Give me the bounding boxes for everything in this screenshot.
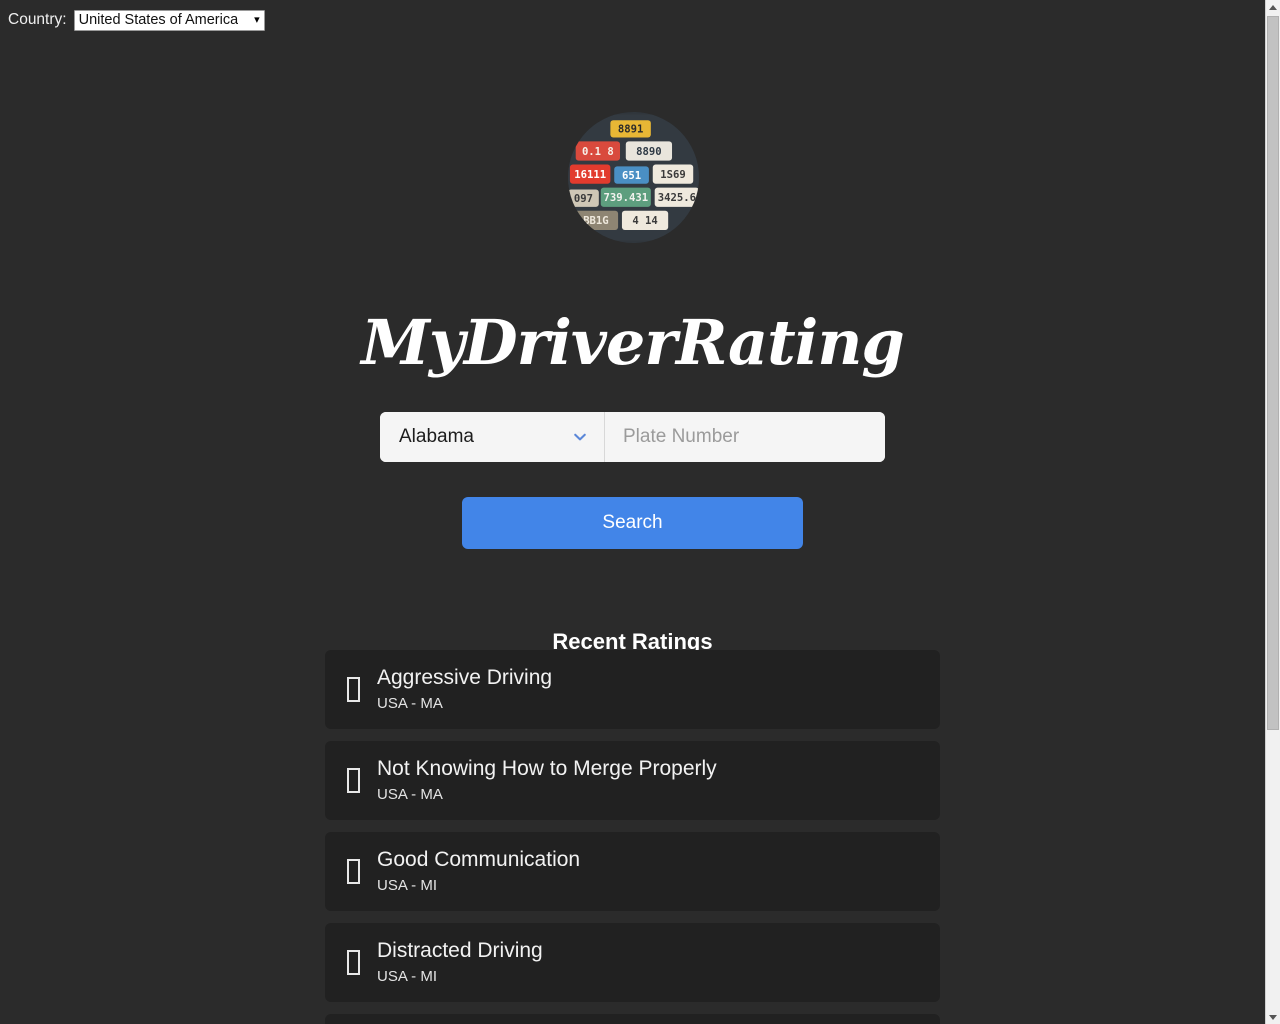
svg-text:4 14: 4 14: [632, 215, 657, 227]
scroll-down-arrow-icon: [1269, 1014, 1277, 1020]
svg-text:BB1G: BB1G: [583, 215, 608, 227]
scrollbar-thumb[interactable]: [1267, 16, 1279, 730]
scroll-down-button[interactable]: [1266, 1010, 1280, 1024]
rating-list-item[interactable]: Distracted Driving USA - MI: [325, 923, 940, 1002]
missing-glyph-icon: [347, 859, 373, 884]
svg-text:1S69: 1S69: [660, 169, 685, 181]
svg-text:8891: 8891: [618, 124, 643, 136]
state-select[interactable]: Alabama: [380, 412, 605, 462]
rating-location: USA - MA: [377, 786, 443, 803]
missing-glyph-icon: [347, 768, 373, 793]
country-select[interactable]: United States of America ▾: [73, 9, 265, 31]
chevron-down-icon: [574, 433, 586, 441]
svg-text:3425.6: 3425.6: [658, 192, 696, 204]
logo-image: 8891 0.1 8 8890 16111 651 1S69 097 739.431 3425.…: [568, 112, 699, 243]
svg-text:0.1 8: 0.1 8: [582, 146, 614, 158]
svg-text:16111: 16111: [574, 169, 606, 181]
recent-ratings-list: Aggressive Driving USA - MA Not Knowing …: [325, 650, 940, 1024]
rating-list-item[interactable]: Good Communication USA - MI: [325, 832, 940, 911]
plate-number-input[interactable]: [605, 412, 885, 462]
search-form: Alabama: [380, 412, 885, 462]
country-select-value: United States of America: [78, 12, 239, 28]
missing-glyph-icon: [347, 677, 373, 702]
rating-title: Distracted Driving: [377, 939, 543, 962]
svg-text:651: 651: [622, 170, 641, 182]
rating-location: USA - MA: [377, 695, 443, 712]
search-button[interactable]: Search: [462, 497, 803, 549]
svg-text:8890: 8890: [636, 146, 661, 158]
rating-list-item[interactable]: Not Knowing How to Merge Properly USA - …: [325, 741, 940, 820]
state-select-value: Alabama: [399, 426, 474, 447]
chevron-down-icon: ▾: [254, 13, 260, 26]
rating-location: USA - MI: [377, 877, 438, 894]
vertical-scrollbar[interactable]: [1265, 0, 1280, 1024]
rating-title: Aggressive Driving: [377, 666, 553, 689]
svg-text:739.431: 739.431: [603, 192, 648, 204]
scroll-up-button[interactable]: [1266, 0, 1280, 14]
svg-text:097: 097: [574, 193, 593, 205]
rating-title: Not Knowing How to Merge Properly: [377, 757, 717, 780]
country-label: Country:: [8, 11, 67, 28]
scroll-up-arrow-icon: [1269, 4, 1277, 10]
rating-list-item[interactable]: [325, 1014, 940, 1024]
rating-title: Good Communication: [377, 848, 581, 871]
license-plates-graphic: 8891 0.1 8 8890 16111 651 1S69 097 739.431 3425.…: [568, 114, 699, 241]
page-viewport: Country: United States of America ▾ 8891…: [0, 0, 1265, 1024]
country-bar: Country: United States of America ▾: [8, 9, 265, 31]
page-title: MyDriverRating: [361, 305, 905, 379]
rating-list-item[interactable]: Aggressive Driving USA - MA: [325, 650, 940, 729]
rating-location: USA - MI: [377, 968, 438, 985]
missing-glyph-icon: [347, 950, 373, 975]
